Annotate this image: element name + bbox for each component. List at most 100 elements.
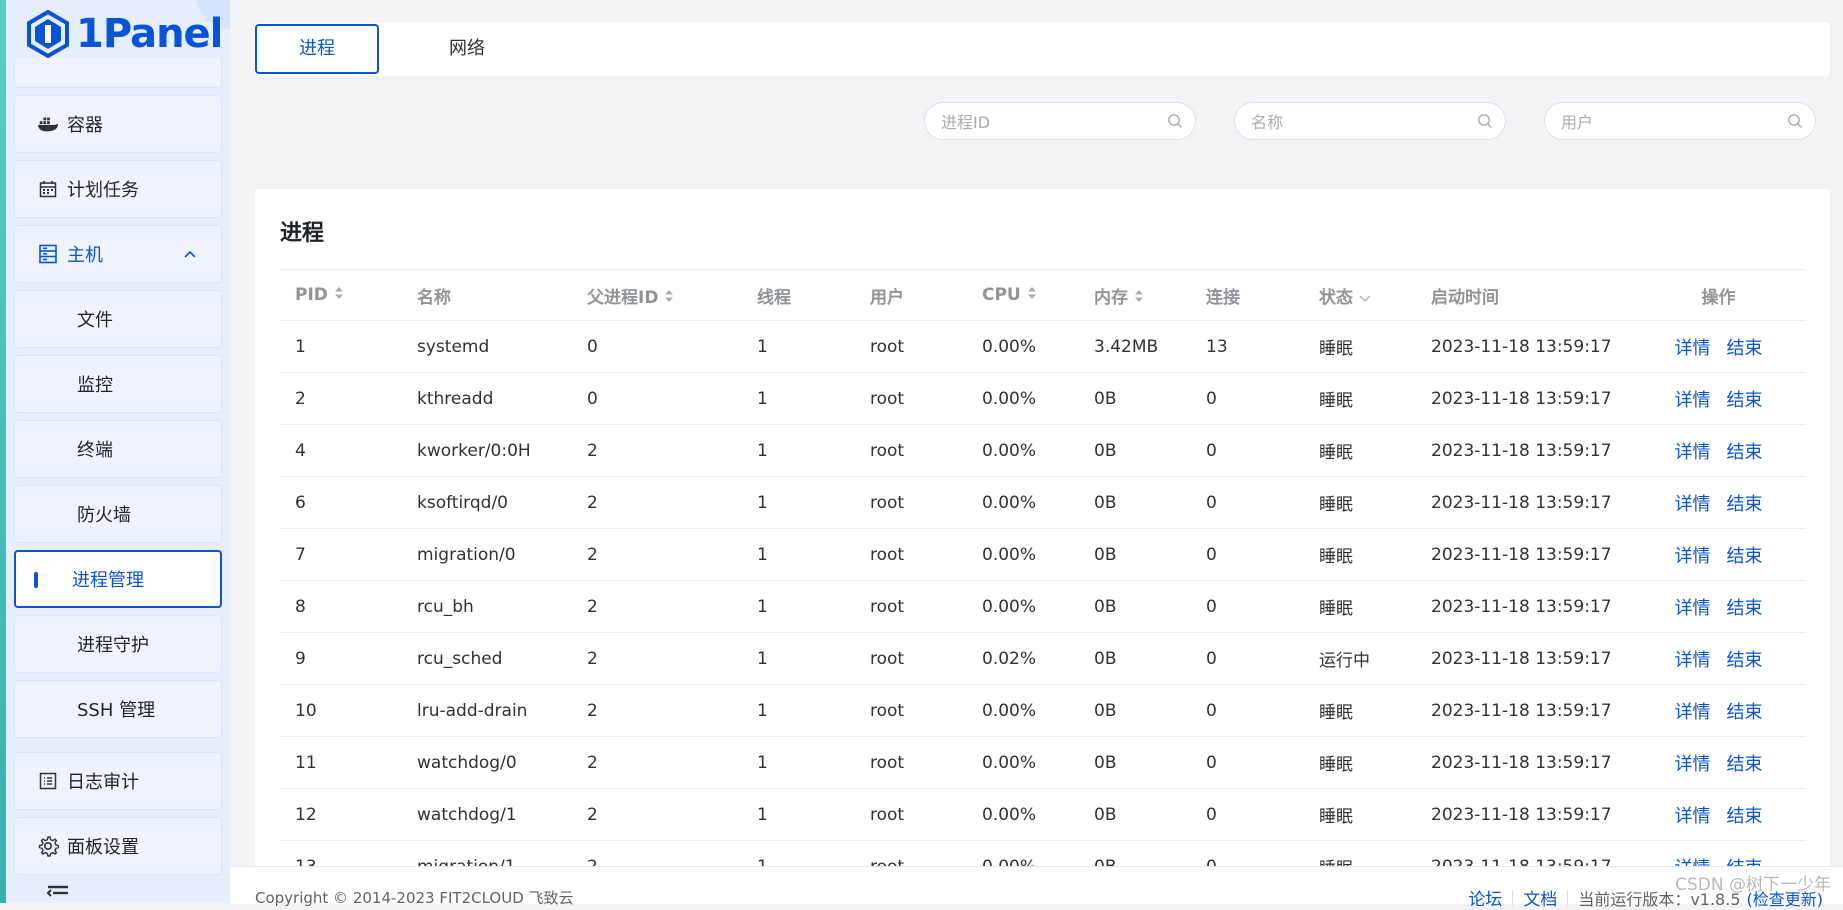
column-header-cpu[interactable]: CPU bbox=[967, 269, 1079, 321]
name-cell: kworker/0:0H bbox=[402, 424, 572, 477]
sidebar-item-host[interactable]: 主机 bbox=[14, 225, 222, 283]
kill-button[interactable]: 结束 bbox=[1727, 390, 1763, 411]
detail-button[interactable]: 详情 bbox=[1675, 442, 1711, 463]
name-cell: systemd bbox=[402, 320, 572, 373]
ppid-cell: 2 bbox=[572, 424, 742, 477]
user-cell: root bbox=[855, 424, 967, 477]
tab-process[interactable]: 进程 bbox=[255, 24, 379, 74]
search-icon[interactable] bbox=[1787, 113, 1803, 133]
detail-button[interactable]: 详情 bbox=[1675, 650, 1711, 671]
kill-button[interactable]: 结束 bbox=[1727, 806, 1763, 827]
pid-cell: 12 bbox=[280, 788, 402, 841]
sidebar-item-terminal[interactable]: 终端 bbox=[14, 420, 222, 478]
sort-icon[interactable] bbox=[664, 288, 674, 308]
memory-cell: 0B bbox=[1079, 684, 1191, 737]
column-header-ppid[interactable]: 父进程ID bbox=[572, 269, 742, 321]
table-row: 4 kworker/0:0H 2 1 root 0.00% 0B 0 睡眠 2023-11-18 … bbox=[280, 424, 1805, 477]
sidebar-item-supervisor[interactable]: 进程守护 bbox=[14, 615, 222, 673]
sort-icon[interactable] bbox=[334, 285, 344, 305]
connections-cell: 0 bbox=[1191, 580, 1304, 633]
sidebar-item-label: 容器 bbox=[67, 115, 103, 136]
kill-button[interactable]: 结束 bbox=[1727, 598, 1763, 619]
table-row: 8 rcu_bh 2 1 root 0.00% 0B 0 睡眠 2023-11-18 13:59:… bbox=[280, 580, 1805, 633]
docs-link[interactable]: 文档 bbox=[1523, 885, 1557, 910]
table-row: 12 watchdog/1 2 1 root 0.00% 0B 0 睡眠 2023-11-18 1… bbox=[280, 788, 1805, 841]
sidebar-item-process-manager[interactable]: 进程管理 bbox=[14, 550, 222, 608]
user-search-input[interactable] bbox=[1559, 103, 1783, 141]
connections-cell: 0 bbox=[1191, 788, 1304, 841]
footer: Copyright © 2014-2023 FIT2CLOUD 飞致云 论坛 文… bbox=[230, 866, 1843, 910]
detail-button[interactable]: 详情 bbox=[1675, 702, 1711, 723]
status-cell: 睡眠 bbox=[1304, 320, 1416, 373]
sidebar-item-panel-settings[interactable]: 面板设置 bbox=[14, 817, 222, 875]
tab-network[interactable]: 网络 bbox=[405, 24, 529, 74]
process-table: PID 名称 父进程ID 线程 用户 CPU 内存 连接 状态 启动时间 操作 … bbox=[280, 269, 1805, 893]
user-cell: root bbox=[855, 372, 967, 425]
memory-cell: 0B bbox=[1079, 476, 1191, 529]
sidebar-item-label: 防火墙 bbox=[77, 505, 131, 526]
user-cell: root bbox=[855, 476, 967, 529]
menu-collapse-icon[interactable] bbox=[46, 884, 70, 903]
search-icon[interactable] bbox=[1477, 113, 1493, 133]
kill-button[interactable]: 结束 bbox=[1727, 442, 1763, 463]
connections-cell: 0 bbox=[1191, 528, 1304, 581]
connections-cell: 0 bbox=[1191, 736, 1304, 789]
kill-button[interactable]: 结束 bbox=[1727, 338, 1763, 359]
start-time-cell: 2023-11-18 13:59:17 bbox=[1416, 632, 1633, 685]
sort-icon[interactable] bbox=[1134, 288, 1144, 308]
column-header-memory[interactable]: 内存 bbox=[1079, 269, 1191, 321]
kill-button[interactable]: 结束 bbox=[1727, 702, 1763, 723]
search-icon[interactable] bbox=[1167, 113, 1183, 133]
ppid-cell: 2 bbox=[572, 476, 742, 529]
table-row: 9 rcu_sched 2 1 root 0.02% 0B 0 运行中 2023-11-18 13… bbox=[280, 632, 1805, 685]
sort-icon[interactable] bbox=[1027, 285, 1037, 305]
memory-cell: 0B bbox=[1079, 736, 1191, 789]
sidebar-item-firewall[interactable]: 防火墙 bbox=[14, 485, 222, 543]
column-header-pid[interactable]: PID bbox=[280, 269, 402, 321]
tab-bar: 进程 网络 bbox=[255, 22, 1830, 76]
name-search-input[interactable] bbox=[1249, 103, 1473, 141]
start-time-cell: 2023-11-18 13:59:17 bbox=[1416, 736, 1633, 789]
cpu-cell: 0.02% bbox=[967, 632, 1079, 685]
sidebar-item-cron[interactable]: 计划任务 bbox=[14, 160, 222, 218]
sidebar-item-log-audit[interactable]: 日志审计 bbox=[14, 752, 222, 810]
table-row: 2 kthreadd 0 1 root 0.00% 0B 0 睡眠 2023-11-18 13:5… bbox=[280, 372, 1805, 425]
connections-cell: 0 bbox=[1191, 424, 1304, 477]
pid-search-input[interactable] bbox=[939, 103, 1163, 141]
connections-cell: 0 bbox=[1191, 632, 1304, 685]
kill-button[interactable]: 结束 bbox=[1727, 546, 1763, 567]
brand-logo[interactable]: 1Panel bbox=[26, 6, 223, 62]
name-cell: rcu_sched bbox=[402, 632, 572, 685]
divider bbox=[1512, 889, 1514, 906]
kill-button[interactable]: 结束 bbox=[1727, 650, 1763, 671]
cpu-cell: 0.00% bbox=[967, 476, 1079, 529]
table-body: 1 systemd 0 1 root 0.00% 3.42MB 13 睡眠 2023-11-18 … bbox=[280, 320, 1805, 893]
detail-button[interactable]: 详情 bbox=[1675, 546, 1711, 567]
threads-cell: 1 bbox=[742, 580, 855, 633]
name-search-field[interactable] bbox=[1234, 102, 1506, 141]
sidebar-item-files[interactable]: 文件 bbox=[14, 290, 222, 348]
threads-cell: 1 bbox=[742, 632, 855, 685]
column-header-status[interactable]: 状态 bbox=[1304, 269, 1416, 321]
detail-button[interactable]: 详情 bbox=[1675, 754, 1711, 775]
cpu-cell: 0.00% bbox=[967, 684, 1079, 737]
threads-cell: 1 bbox=[742, 372, 855, 425]
filter-chevron-icon[interactable] bbox=[1359, 288, 1371, 308]
sidebar-item-ssh[interactable]: SSH 管理 bbox=[14, 680, 222, 738]
detail-button[interactable]: 详情 bbox=[1675, 494, 1711, 515]
user-search-field[interactable] bbox=[1544, 102, 1816, 141]
sidebar-item-containers[interactable]: 容器 bbox=[14, 95, 222, 153]
forum-link[interactable]: 论坛 bbox=[1468, 885, 1502, 910]
detail-button[interactable]: 详情 bbox=[1675, 338, 1711, 359]
connections-cell: 0 bbox=[1191, 372, 1304, 425]
kill-button[interactable]: 结束 bbox=[1727, 494, 1763, 515]
detail-button[interactable]: 详情 bbox=[1675, 390, 1711, 411]
sidebar-item-monitor[interactable]: 监控 bbox=[14, 355, 222, 413]
sidebar: 1Panel 容器 计划任务 主机 文件 监控 终端 防火墙 进程管理 进程守护… bbox=[6, 0, 230, 903]
kill-button[interactable]: 结束 bbox=[1727, 754, 1763, 775]
detail-button[interactable]: 详情 bbox=[1675, 598, 1711, 619]
user-cell: root bbox=[855, 736, 967, 789]
threads-cell: 1 bbox=[742, 424, 855, 477]
pid-search-field[interactable] bbox=[924, 102, 1196, 141]
detail-button[interactable]: 详情 bbox=[1675, 806, 1711, 827]
